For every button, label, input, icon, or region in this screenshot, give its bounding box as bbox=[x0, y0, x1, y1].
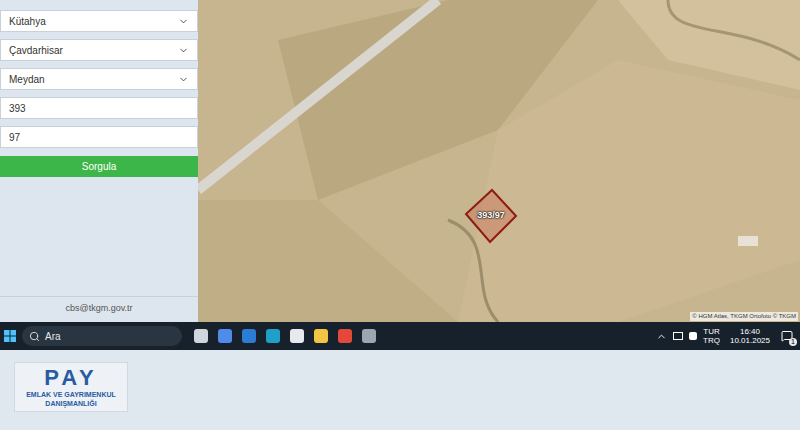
select-field[interactable]: Meydan bbox=[0, 68, 198, 90]
chrome-icon[interactable] bbox=[338, 329, 352, 343]
query-panel: Kütahya Çavdarhisar Meydan 393 97 Sorgula cbs@… bbox=[0, 0, 198, 322]
screen: Kütahya Çavdarhisar Meydan 393 97 Sorgula cbs@… bbox=[0, 0, 800, 322]
satellite-imagery bbox=[198, 0, 800, 322]
logo-line: EMLAK VE GAYRIMENKUL bbox=[26, 390, 116, 399]
taskbar: Ara TURTRQ 16:4010.01.2025 1 bbox=[0, 322, 800, 350]
search-icon bbox=[29, 331, 40, 342]
text-field[interactable]: 393 bbox=[0, 97, 198, 119]
email-footer: cbs@tkgm.gov.tr bbox=[0, 296, 198, 320]
network-icon[interactable] bbox=[673, 332, 683, 340]
clock[interactable]: 16:4010.01.2025 bbox=[730, 327, 770, 345]
pay-logo: PAYEMLAK VE GAYRIMENKULDANIŞMANLIĞI bbox=[14, 362, 128, 412]
store-icon[interactable] bbox=[290, 329, 304, 343]
copilot-icon[interactable] bbox=[218, 329, 232, 343]
edge-icon[interactable] bbox=[266, 329, 280, 343]
notification-badge: 1 bbox=[789, 338, 797, 346]
app-icon[interactable] bbox=[362, 329, 376, 343]
logo-name: PAY bbox=[44, 366, 98, 390]
text-field[interactable]: 97 bbox=[0, 126, 198, 148]
watermark-area: PAYEMLAK VE GAYRIMENKULDANIŞMANLIĞI bbox=[0, 350, 800, 430]
windows-start-icon[interactable] bbox=[4, 330, 16, 342]
notification-button[interactable]: 1 bbox=[780, 329, 794, 343]
folder-icon[interactable] bbox=[314, 329, 328, 343]
select-field[interactable]: Kütahya bbox=[0, 10, 198, 32]
search-box[interactable]: Ara bbox=[22, 326, 182, 346]
map[interactable]: 393/97 © HGM Atlas, TKGM Ortofoto © TKGM bbox=[198, 0, 800, 322]
chevron-icon bbox=[178, 45, 189, 56]
parcel-label: 393/97 bbox=[477, 209, 505, 223]
page: Kütahya Çavdarhisar Meydan 393 97 Sorgula cbs@… bbox=[0, 0, 800, 430]
chevron-icon bbox=[178, 16, 189, 27]
parcel[interactable]: 393/97 bbox=[464, 188, 518, 244]
language-indicator[interactable]: TURTRQ bbox=[703, 327, 720, 345]
query-button[interactable]: Sorgula bbox=[0, 156, 198, 177]
logo-line: DANIŞMANLIĞI bbox=[45, 399, 96, 408]
select-field[interactable]: Çavdarhisar bbox=[0, 39, 198, 61]
map-attribution: © HGM Atlas, TKGM Ortofoto © TKGM bbox=[690, 312, 798, 321]
volume-icon[interactable] bbox=[689, 332, 697, 340]
chevron-icon bbox=[178, 74, 189, 85]
tray-expand-icon[interactable] bbox=[656, 331, 667, 342]
task-view-icon[interactable] bbox=[194, 329, 208, 343]
mail-icon[interactable] bbox=[242, 329, 256, 343]
